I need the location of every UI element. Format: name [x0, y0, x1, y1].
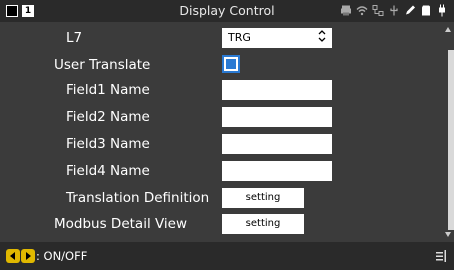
printer-icon: [341, 5, 351, 16]
left-arrow-button[interactable]: [6, 249, 20, 263]
row-label: Translation Definition: [66, 190, 210, 206]
translation-definition-setting-button[interactable]: setting: [222, 188, 304, 208]
menu-icon[interactable]: [436, 250, 446, 262]
row-label: L7: [66, 30, 83, 46]
row-label: Modbus Detail View: [54, 216, 188, 232]
row-field3-name: Field3 Name: [0, 134, 442, 156]
network-icon: [372, 5, 384, 16]
field4-name-input[interactable]: [222, 161, 332, 181]
footer-hint: : ON/OFF: [36, 249, 88, 263]
sd-card-icon: [422, 5, 430, 16]
row-user-translate: User Translate: [0, 55, 442, 77]
row-label: Field2 Name: [66, 109, 150, 125]
row-modbus-detail-view: Modbus Detail View setting: [0, 214, 442, 236]
footer-bar: : ON/OFF: [0, 242, 454, 270]
row-label: Field1 Name: [66, 82, 150, 98]
scroll-thumb[interactable]: [448, 50, 454, 230]
scroll-down-arrow-icon[interactable]: [442, 230, 454, 240]
pen-icon: [406, 5, 415, 15]
modbus-detail-view-setting-button[interactable]: setting: [222, 214, 304, 234]
row-label: User Translate: [54, 57, 151, 73]
scroll-up-arrow-icon[interactable]: [442, 24, 454, 34]
updown-chevron-icon: [317, 29, 327, 46]
scrollbar[interactable]: [442, 22, 454, 242]
row-field2-name: Field2 Name: [0, 107, 442, 129]
row-label: Field4 Name: [66, 163, 150, 179]
l7-select-value: TRG: [228, 31, 251, 44]
right-arrow-button[interactable]: [21, 249, 35, 263]
status-icons: [340, 4, 448, 17]
field2-name-input[interactable]: [222, 107, 332, 127]
power-plug-icon: [439, 4, 445, 17]
row-field4-name: Field4 Name: [0, 161, 442, 183]
left-arrow-icon: [10, 252, 15, 260]
right-arrow-icon: [26, 252, 31, 260]
title-bar: 1 Display Control: [0, 0, 454, 22]
usb-icon: [390, 5, 398, 16]
row-translation-definition: Translation Definition setting: [0, 188, 442, 210]
row-l7: L7 TRG: [0, 28, 442, 50]
wifi-icon: [356, 6, 368, 16]
row-label: Field3 Name: [66, 136, 150, 152]
field1-name-input[interactable]: [222, 80, 332, 100]
l7-select[interactable]: TRG: [222, 28, 332, 48]
row-field1-name: Field1 Name: [0, 80, 442, 102]
user-translate-checkbox[interactable]: [222, 55, 240, 73]
settings-panel: L7 TRG User Translate Field1 Name Field2…: [0, 22, 442, 242]
field3-name-input[interactable]: [222, 134, 332, 154]
checkbox-checked-mark: [226, 59, 236, 69]
